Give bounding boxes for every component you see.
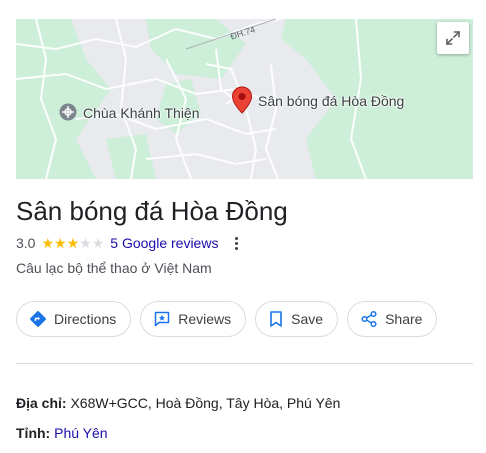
star-filled-icon: ★ [54, 235, 67, 251]
share-icon [360, 310, 378, 328]
save-button[interactable]: Save [255, 301, 339, 337]
star-filled-icon: ★ [41, 235, 55, 251]
reviews-label: Reviews [178, 311, 232, 327]
expand-map-button[interactable] [437, 22, 469, 54]
province-link[interactable]: Phú Yên [54, 425, 107, 441]
place-category: Câu lạc bộ thể thao ở Việt Nam [16, 260, 212, 276]
share-button[interactable]: Share [347, 301, 438, 337]
poi-label[interactable]: Chùa Khánh Thiện [83, 105, 200, 121]
bookmark-icon [268, 310, 284, 328]
place-title: Sân bóng đá Hòa Đồng [16, 196, 288, 226]
reviews-link[interactable]: 5 Google reviews [110, 235, 218, 251]
directions-label: Directions [54, 311, 117, 327]
address-value: X68W+GCC, Hoà Đồng, Tây Hòa, Phú Yên [70, 395, 341, 411]
temple-poi-icon[interactable] [59, 103, 77, 121]
expand-icon [445, 30, 461, 46]
star-rating: ★ ★ ★ ★ ★ [41, 236, 104, 250]
address-row: Địa chỉ: X68W+GCC, Hoà Đồng, Tây Hòa, Ph… [16, 395, 340, 411]
directions-button[interactable]: Directions [16, 301, 132, 337]
directions-icon [29, 310, 47, 328]
save-label: Save [291, 311, 324, 327]
reviews-button[interactable]: Reviews [140, 301, 247, 337]
action-buttons: Directions Reviews Save Share [16, 301, 438, 337]
star-empty-icon: ★ [79, 235, 92, 251]
province-row: Tỉnh: Phú Yên [16, 425, 108, 441]
map-preview[interactable]: ĐH.74 Chùa Khánh Thiện Sân bóng đá Hòa Đ… [16, 19, 473, 179]
star-filled-icon: ★ [66, 235, 80, 251]
share-label: Share [385, 311, 423, 327]
rating-row: 3.0 ★ ★ ★ ★ ★ 5 Google reviews [16, 234, 242, 252]
star-empty-icon: ★ [91, 235, 105, 251]
more-options-icon[interactable] [230, 235, 242, 251]
province-label: Tỉnh: [16, 425, 51, 441]
address-label: Địa chỉ: [16, 395, 67, 411]
location-pin-icon[interactable] [231, 86, 253, 116]
rating-value: 3.0 [16, 235, 36, 251]
place-pin-label[interactable]: Sân bóng đá Hòa Đồng [258, 93, 404, 109]
divider [16, 363, 473, 364]
reviews-icon [153, 310, 171, 328]
